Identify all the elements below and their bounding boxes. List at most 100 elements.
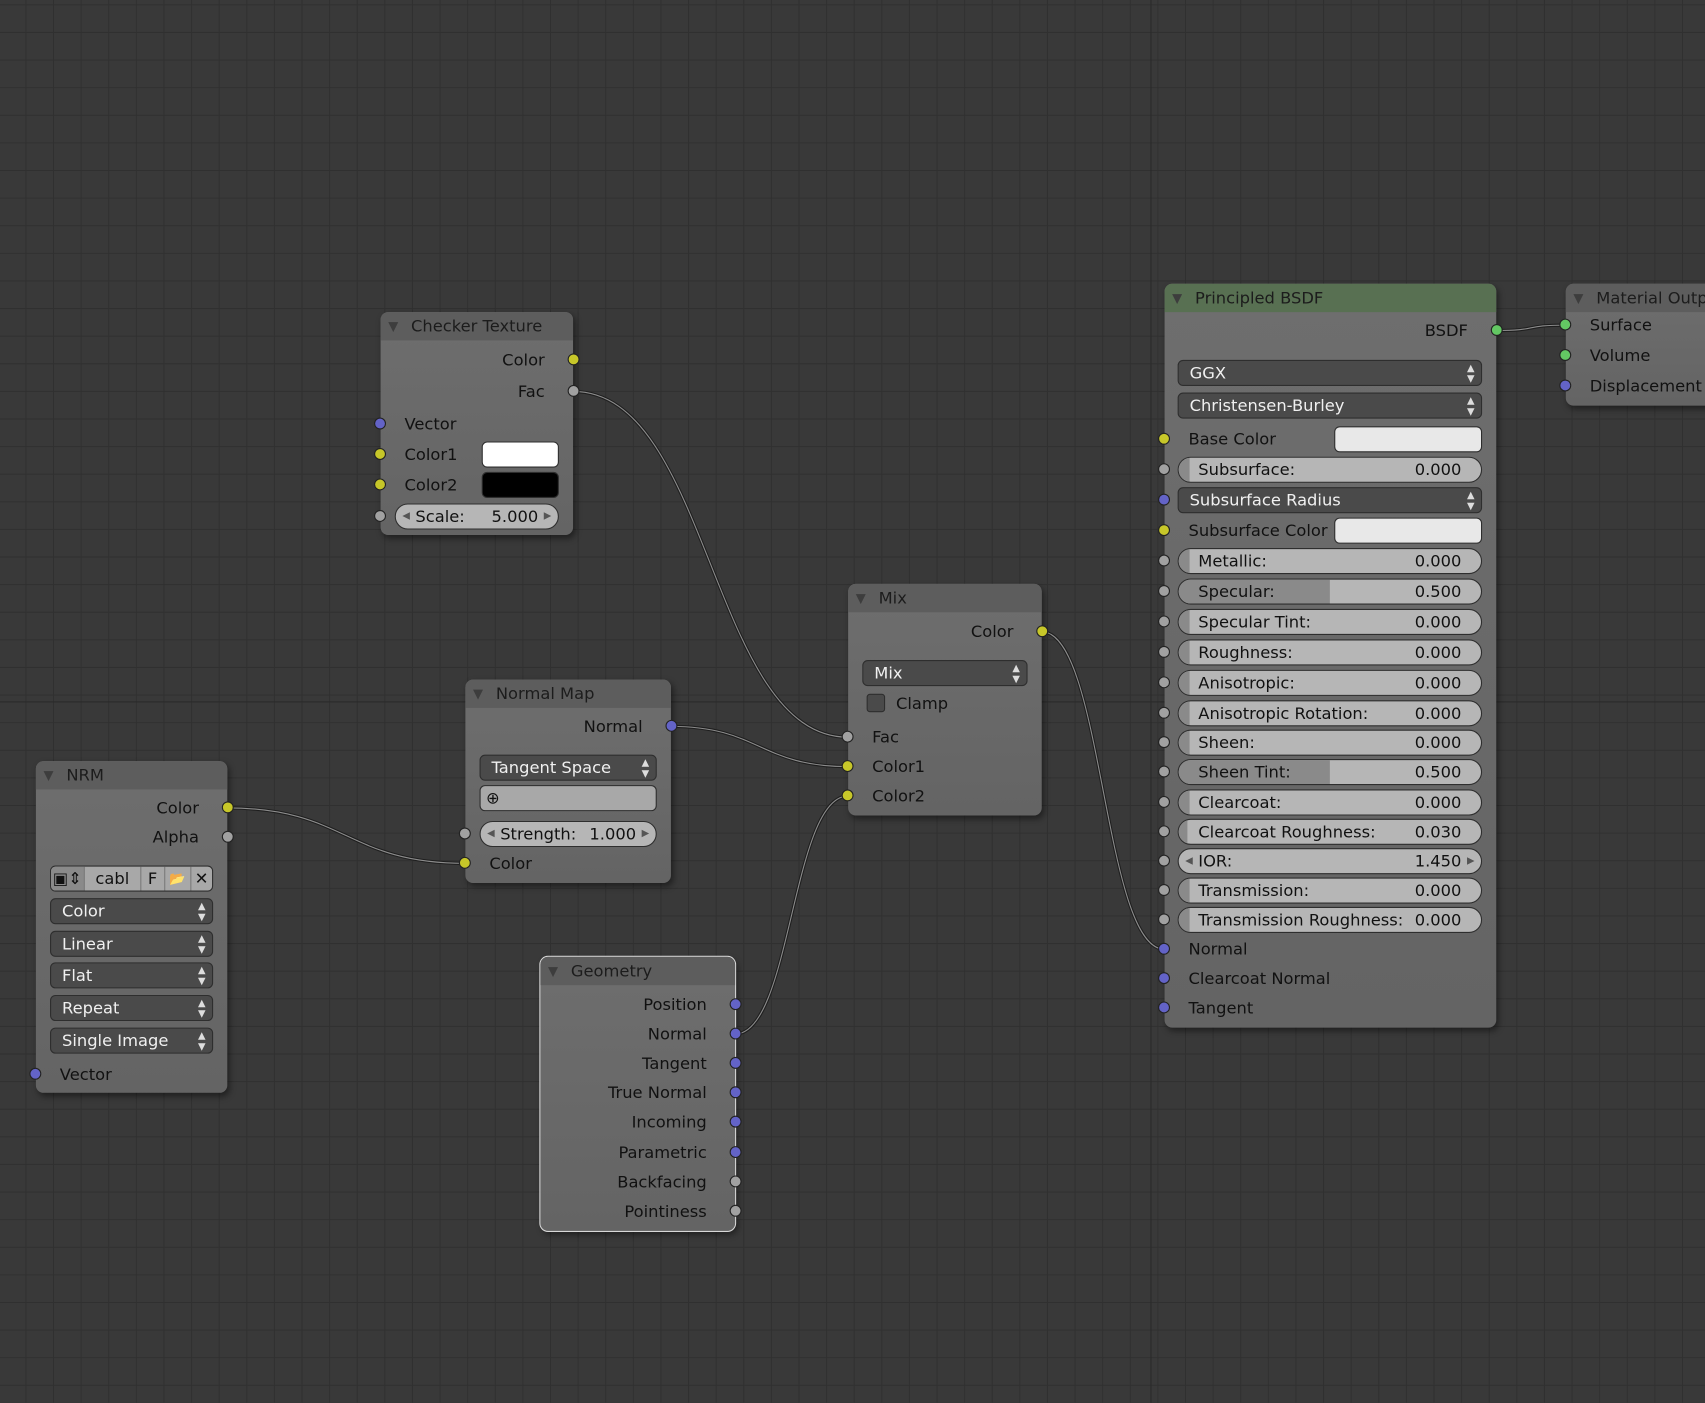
node-link[interactable]: [670, 724, 849, 769]
collapse-triangle-icon[interactable]: ▼: [1172, 284, 1182, 312]
roughness-slider[interactable]: Roughness: 0.000: [1177, 639, 1483, 666]
subsurface-slider[interactable]: Subsurface: 0.000: [1177, 456, 1483, 483]
node-link[interactable]: [1041, 631, 1165, 950]
collapse-triangle-icon[interactable]: ▼: [388, 312, 398, 340]
tangent-socket[interactable]: [1158, 1001, 1171, 1014]
color-socket[interactable]: [567, 353, 580, 366]
uv-map-field[interactable]: ⊕: [479, 785, 657, 812]
node-link[interactable]: [227, 806, 466, 866]
strength-slider[interactable]: Strength: 1.000 ◀ ▶: [479, 820, 657, 848]
sheen-slider[interactable]: Sheen: 0.000: [1177, 729, 1483, 756]
color1-socket[interactable]: [841, 760, 854, 773]
clearcoat-slider[interactable]: Clearcoat: 0.000: [1177, 789, 1483, 816]
linear-dropdown[interactable]: Linear ▲ ▼: [50, 930, 214, 957]
sheen-tint-slider[interactable]: Sheen Tint: 0.500: [1177, 758, 1483, 786]
node-header[interactable]: ▼ NRM: [35, 761, 228, 790]
tangent-socket[interactable]: [729, 1056, 742, 1069]
node-header[interactable]: ▼ Mix: [848, 583, 1042, 613]
bsdf-socket[interactable]: [1490, 324, 1503, 336]
mix-dropdown[interactable]: Mix ▲ ▼: [862, 660, 1028, 687]
color1-color-swatch[interactable]: [481, 441, 559, 468]
fake-user-toggle[interactable]: F: [141, 866, 166, 891]
image-browse-icon[interactable]: ▣⇕: [51, 866, 85, 891]
surface-socket[interactable]: [1559, 318, 1572, 331]
specular-socket[interactable]: [1158, 585, 1171, 597]
color1-socket[interactable]: [374, 447, 387, 460]
node-principled[interactable]: ▼ Principled BSDF BSDF GGX ▲ ▼ Christensen-Bur…: [1158, 283, 1503, 1028]
clearcoat-roughness-socket[interactable]: [1158, 825, 1171, 838]
alpha-socket[interactable]: [221, 830, 234, 843]
color2-socket[interactable]: [374, 478, 387, 491]
fac-socket[interactable]: [567, 384, 580, 397]
collapse-triangle-icon[interactable]: ▼: [473, 680, 483, 708]
true-normal-socket[interactable]: [729, 1086, 742, 1099]
clearcoat-normal-socket[interactable]: [1158, 972, 1171, 985]
anisotropic-socket[interactable]: [1158, 676, 1171, 689]
decrement-arrow-icon[interactable]: ◀: [1185, 849, 1193, 873]
node-link[interactable]: [227, 807, 466, 864]
node-header[interactable]: ▼ Normal Map: [465, 679, 671, 708]
increment-arrow-icon[interactable]: ▶: [544, 505, 552, 529]
subsurface-color-color-swatch[interactable]: [1334, 517, 1483, 544]
specular-slider[interactable]: Specular: 0.500: [1177, 578, 1483, 605]
repeat-dropdown[interactable]: Repeat ▲ ▼: [50, 994, 214, 1022]
sheen-tint-socket[interactable]: [1158, 765, 1171, 778]
scale-socket[interactable]: [374, 509, 387, 522]
collapse-triangle-icon[interactable]: ▼: [548, 957, 558, 985]
transmission-slider[interactable]: Transmission: 0.000: [1177, 877, 1483, 904]
increment-arrow-icon[interactable]: ▶: [642, 822, 650, 846]
node-link[interactable]: [670, 725, 849, 768]
clearcoat-roughness-slider[interactable]: Clearcoat Roughness: 0.030: [1177, 818, 1483, 845]
base-color-socket[interactable]: [1158, 432, 1171, 445]
position-socket[interactable]: [729, 998, 742, 1011]
parametric-socket[interactable]: [729, 1146, 742, 1159]
tangent-space-dropdown[interactable]: Tangent Space ▲ ▼: [479, 754, 657, 781]
node-normalmap[interactable]: ▼ Normal Map Normal Tangent Space ▲ ▼ ⊕ Strengt…: [458, 679, 678, 883]
specular-tint-slider[interactable]: Specular Tint: 0.000: [1177, 608, 1483, 636]
flat-dropdown[interactable]: Flat ▲ ▼: [50, 962, 214, 989]
node-link[interactable]: [1496, 323, 1566, 333]
node-header[interactable]: ▼ Checker Texture: [380, 312, 574, 341]
image-selector[interactable]: ▣⇕ cabl F 📂 ✕: [50, 865, 214, 892]
scale-slider[interactable]: Scale: 5.000 ◀ ▶: [394, 503, 559, 530]
node-geometry[interactable]: ▼ Geometry Position Normal Tangent True Norma…: [539, 955, 742, 1232]
normal-socket[interactable]: [665, 719, 678, 732]
incoming-socket[interactable]: [729, 1115, 742, 1128]
normal-socket[interactable]: [729, 1027, 742, 1040]
fac-socket[interactable]: [841, 730, 854, 743]
unlink-image-close-icon[interactable]: ✕: [191, 867, 212, 891]
anisotropic-rotation-slider[interactable]: Anisotropic Rotation: 0.000: [1177, 700, 1483, 727]
base-color-color-swatch[interactable]: [1334, 426, 1483, 453]
color-socket[interactable]: [458, 856, 471, 869]
pointiness-socket[interactable]: [729, 1204, 742, 1217]
node-header[interactable]: ▼ Principled BSDF: [1164, 283, 1497, 313]
transmission-roughness-socket[interactable]: [1158, 913, 1171, 926]
vector-socket[interactable]: [29, 1067, 42, 1080]
node-nrm[interactable]: ▼ NRM Color Alpha ▣⇕ cabl F 📂 ✕ Color ▲ ▼ Linear ▲ ▼ Fl…: [29, 761, 234, 1093]
node-header[interactable]: ▼ Geometry: [540, 956, 736, 986]
increment-arrow-icon[interactable]: ▶: [1467, 849, 1475, 873]
node-header[interactable]: ▼ Material Output: [1565, 283, 1705, 313]
node-link[interactable]: [735, 795, 849, 1035]
node-checker[interactable]: ▼ Checker Texture Color Fac Vector Color1 Colo…: [374, 312, 580, 535]
displacement-socket[interactable]: [1559, 379, 1572, 392]
specular-tint-socket[interactable]: [1158, 615, 1171, 628]
metallic-slider[interactable]: Metallic: 0.000: [1177, 548, 1483, 575]
roughness-socket[interactable]: [1158, 645, 1171, 658]
color-socket[interactable]: [1036, 625, 1049, 638]
image-name[interactable]: cabl: [85, 866, 142, 891]
single-image-dropdown[interactable]: Single Image ▲ ▼: [50, 1027, 214, 1054]
node-link[interactable]: [1496, 324, 1566, 332]
clearcoat-socket[interactable]: [1158, 795, 1171, 808]
sheen-socket[interactable]: [1158, 736, 1171, 749]
strength-socket[interactable]: [458, 827, 471, 840]
node-editor-canvas[interactable]: ▼ Checker Texture Color Fac Vector Color1 Colo…: [0, 0, 1705, 1403]
metallic-socket[interactable]: [1158, 554, 1171, 567]
decrement-arrow-icon[interactable]: ◀: [402, 505, 410, 529]
open-image-folder-icon[interactable]: 📂: [165, 866, 192, 891]
color2-socket[interactable]: [841, 789, 854, 802]
vector-socket[interactable]: [374, 417, 387, 430]
ior-slider[interactable]: IOR: 1.450 ◀ ▶: [1177, 848, 1483, 875]
subsurface-radius-socket[interactable]: [1158, 493, 1171, 506]
subsurface-color-socket[interactable]: [1158, 524, 1171, 537]
